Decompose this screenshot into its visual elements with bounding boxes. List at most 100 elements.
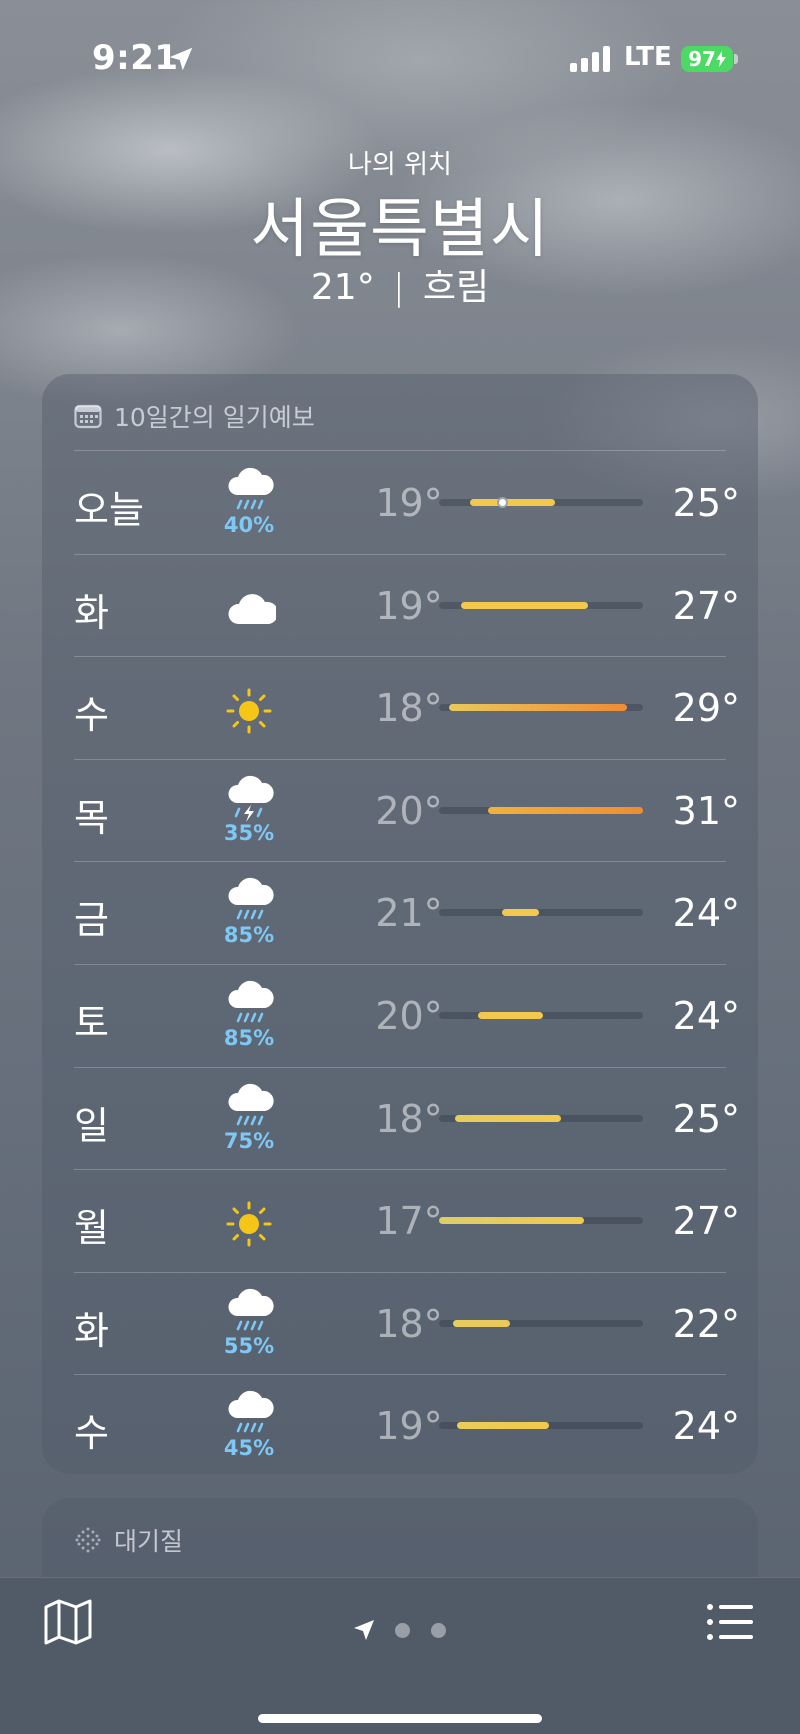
temperature-range-bar [439, 1319, 643, 1327]
temperature-range-bar [439, 1011, 643, 1019]
battery-indicator: 97 [681, 46, 733, 72]
location-label: 나의 위치 [348, 150, 452, 180]
current-temperature: 21° [310, 267, 375, 308]
current-condition: 흐림 [422, 267, 490, 308]
dots-grid-icon [75, 1527, 101, 1553]
temperature-range-fill [449, 704, 627, 712]
precipitation-chance: 85% [223, 1025, 275, 1050]
temperature-range-fill [453, 1319, 511, 1327]
precipitation-chance: 85% [223, 923, 275, 948]
list-icon[interactable] [706, 1602, 754, 1642]
temperature-range-fill [502, 909, 539, 917]
cloud-rain-icon [228, 1288, 274, 1331]
status-bar: 9:21 LTE 97 [0, 0, 800, 110]
forecast-row[interactable]: 수 18° 29° [42, 656, 758, 759]
cloud-bolt-rain-icon [228, 775, 274, 822]
temperature-range-fill [439, 1217, 584, 1225]
high-temperature: 27° [672, 583, 740, 628]
temperature-range-bar [439, 909, 643, 917]
forecast-row[interactable]: 수 45% 19° 24° [42, 1374, 758, 1477]
current-summary: 21° | 흐림 [0, 258, 800, 310]
precipitation-chance: 40% [223, 513, 275, 537]
weather-icon-group: 75% [214, 1075, 284, 1163]
cloud-rain-icon [228, 878, 274, 920]
high-temperature: 25° [672, 1096, 740, 1141]
page-dot[interactable] [395, 1623, 410, 1638]
location-arrow-icon [354, 1620, 374, 1640]
temperature-range-fill [469, 499, 556, 506]
city-name: 서울특별시 [250, 193, 550, 267]
forecast-day: 토 [74, 1000, 109, 1045]
temperature-range-bar [439, 1217, 643, 1225]
forecast-day: 월 [74, 1206, 109, 1251]
forecast-day: 수 [74, 1411, 109, 1456]
cloud-rain-icon [228, 980, 274, 1023]
location-services-icon [169, 47, 193, 71]
forecast-row[interactable]: 목 35% 20° 31° [42, 758, 758, 862]
high-temperature: 31° [672, 788, 740, 833]
temperature-range-fill [457, 1422, 550, 1430]
bottom-toolbar [0, 1577, 800, 1734]
forecast-row[interactable]: 화 55% 18° 22° [42, 1271, 758, 1375]
precipitation-chance: 45% [223, 1436, 275, 1461]
weather-icon-group [214, 562, 284, 650]
forecast-row[interactable]: 오늘 40% 19° 25° [42, 451, 758, 554]
sun-icon [226, 1201, 272, 1247]
forecast-row[interactable]: 화 19° 27° [42, 553, 758, 657]
high-temperature: 24° [672, 1404, 740, 1449]
page-indicator[interactable] [350, 1618, 460, 1648]
forecast-day: 오늘 [74, 488, 144, 532]
forecast-day: 화 [74, 590, 109, 635]
battery-cap [734, 54, 738, 64]
calendar-icon [74, 404, 102, 429]
forecast-day: 금 [74, 898, 109, 943]
forecast-card-header: 10일간의 일기예보 [74, 394, 315, 438]
cloud-rain-icon [228, 467, 274, 510]
forecast-day: 수 [74, 693, 109, 738]
high-temperature: 24° [672, 891, 740, 936]
charging-bolt-icon [715, 51, 726, 67]
page-dot[interactable] [431, 1623, 446, 1638]
temperature-range-bar [439, 1114, 643, 1122]
summary-separator: | [392, 267, 405, 308]
weather-icon-group: 55% [214, 1280, 284, 1368]
air-quality-title: 대기질 [114, 1527, 184, 1556]
weather-icon-group: 40% [214, 459, 284, 547]
precipitation-chance: 35% [223, 820, 275, 845]
temperature-range-bar [439, 1422, 643, 1430]
air-quality-header: 대기질 [74, 1518, 183, 1562]
weather-icon-group [214, 664, 284, 752]
cloud-rain-icon [228, 1391, 274, 1433]
weather-icon-group: 45% [214, 1382, 284, 1470]
forecast-row[interactable]: 금 85% 21° 24° [42, 861, 758, 964]
forecast-row[interactable]: 월 17° 27° [42, 1169, 758, 1272]
cloud-icon [228, 593, 276, 624]
temperature-range-fill [487, 806, 643, 814]
forecast-day: 목 [74, 795, 109, 840]
weather-icon-group: 35% [214, 767, 284, 855]
temperature-range-bar [439, 704, 643, 712]
cloud-rain-icon [228, 1083, 274, 1125]
map-icon[interactable] [42, 1598, 94, 1646]
cellular-signal-icon [570, 46, 610, 72]
high-temperature: 27° [672, 1199, 740, 1244]
temperature-range-bar [439, 497, 643, 508]
precipitation-chance: 75% [223, 1128, 275, 1153]
ten-day-forecast-card[interactable]: 10일간의 일기예보 오늘 40% 19° 25° 화 19° 27° 수 18° 29° 목 35%… [42, 374, 758, 1474]
high-temperature: 29° [672, 686, 740, 731]
temperature-range-fill [461, 601, 588, 609]
forecast-day: 화 [74, 1308, 109, 1353]
home-indicator[interactable] [258, 1714, 542, 1723]
forecast-card-title: 10일간의 일기예보 [114, 403, 315, 432]
high-temperature: 24° [672, 993, 740, 1038]
weather-icon-group: 85% [214, 972, 284, 1060]
precipitation-chance: 55% [223, 1333, 275, 1358]
temperature-range-fill [455, 1114, 562, 1122]
network-type: LTE [624, 42, 672, 72]
high-temperature: 22° [672, 1301, 740, 1346]
temperature-range-fill [477, 1011, 544, 1019]
forecast-row[interactable]: 토 85% 20° 24° [42, 963, 758, 1067]
forecast-row[interactable]: 일 75% 18° 25° [42, 1066, 758, 1170]
current-temperature-marker [496, 497, 508, 508]
weather-icon-group [214, 1177, 284, 1265]
